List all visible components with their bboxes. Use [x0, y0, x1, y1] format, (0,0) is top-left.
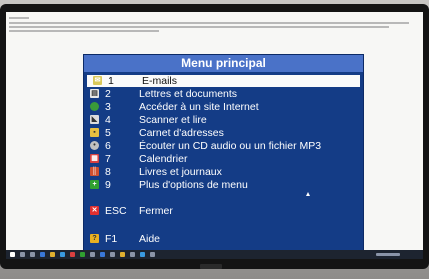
menu-item-close[interactable]: ✕ ESC Fermer — [84, 205, 363, 217]
menu-item-label: E-mails — [142, 75, 178, 87]
task-view-icon[interactable] — [30, 252, 35, 257]
notice-text-line — [9, 17, 29, 19]
menu-item-label: Carnet d'adresses — [139, 127, 224, 139]
monitor-brand-logo — [200, 263, 222, 272]
menu-item-label: Calendrier — [139, 153, 188, 165]
menu-item-label: Livres et journaux — [139, 166, 222, 178]
menu-item-calendar[interactable]: ▦ 7 Calendrier — [84, 153, 363, 165]
menu-item-label: Scanner et lire — [139, 114, 207, 126]
menu-item-scanner[interactable]: ◣ 4 Scanner et lire — [84, 114, 363, 126]
menu-item-key: 4 — [105, 114, 111, 126]
menu-item-key: ESC — [105, 205, 127, 217]
app-icon[interactable] — [80, 252, 85, 257]
menu-item-label: Écouter un CD audio ou un fichier MP3 — [139, 140, 322, 152]
menu-item-label: Plus d'options de menu — [139, 179, 248, 191]
menu-item-emails[interactable]: ✉ 1 E-mails — [87, 75, 360, 87]
cd-icon: • — [90, 141, 99, 150]
screen: Menu principal ✉ 1 E-mails ▤ 2 Lettres e… — [6, 12, 423, 250]
app-icon[interactable] — [90, 252, 95, 257]
system-tray-icons[interactable] — [376, 253, 400, 256]
menu-item-key: 8 — [105, 166, 111, 178]
menu-item-key: F1 — [105, 233, 118, 245]
menu-title: Menu principal — [84, 55, 363, 72]
document-icon: ▤ — [90, 89, 99, 98]
app-icon[interactable] — [40, 252, 45, 257]
menu-item-audio[interactable]: • 6 Écouter un CD audio ou un fichier MP… — [84, 140, 363, 152]
brand-logo-icon — [200, 264, 222, 269]
scanner-icon: ◣ — [90, 115, 99, 124]
menu-item-internet[interactable]: 3 Accéder à un site Internet — [84, 101, 363, 113]
menu-item-label: Lettres et documents — [139, 88, 238, 100]
books-icon: ║ — [90, 167, 99, 176]
address-book-icon: ▪ — [90, 128, 99, 137]
close-icon: ✕ — [90, 206, 99, 215]
search-icon[interactable] — [20, 252, 25, 257]
mouse-cursor — [306, 192, 310, 196]
app-icon[interactable] — [140, 252, 145, 257]
menu-item-key: 6 — [105, 140, 111, 152]
menu-item-books[interactable]: ║ 8 Livres et journaux — [84, 166, 363, 178]
menu-item-more-options[interactable]: + 9 Plus d'options de menu — [84, 179, 363, 191]
app-icon[interactable] — [60, 252, 65, 257]
menu-item-label: Aide — [139, 233, 161, 245]
menu-item-documents[interactable]: ▤ 2 Lettres et documents — [84, 88, 363, 100]
menu-item-help[interactable]: ? F1 Aide — [84, 233, 363, 245]
folder-icon[interactable] — [50, 252, 55, 257]
app-icon[interactable] — [100, 252, 105, 257]
menu-item-key: 7 — [105, 153, 111, 165]
app-icon[interactable] — [150, 252, 155, 257]
notice-text-line — [9, 26, 389, 28]
menu-item-key: 1 — [108, 75, 114, 87]
main-menu-window: Menu principal ✉ 1 E-mails ▤ 2 Lettres e… — [83, 54, 364, 250]
taskbar — [6, 250, 423, 259]
menu-item-label: Fermer — [139, 205, 173, 217]
menu-item-key: 2 — [105, 88, 111, 100]
help-icon: ? — [90, 234, 99, 243]
plus-icon: + — [90, 180, 99, 189]
app-icon[interactable] — [120, 252, 125, 257]
envelope-icon: ✉ — [93, 76, 102, 85]
notice-text-line — [9, 30, 159, 32]
menu-item-address-book[interactable]: ▪ 5 Carnet d'adresses — [84, 127, 363, 139]
menu-item-label: Accéder à un site Internet — [139, 101, 259, 113]
app-icon[interactable] — [110, 252, 115, 257]
menu-item-key: 9 — [105, 179, 111, 191]
notice-text-line — [9, 22, 409, 24]
monitor-bezel: Menu principal ✉ 1 E-mails ▤ 2 Lettres e… — [0, 4, 429, 269]
calendar-icon: ▦ — [90, 154, 99, 163]
globe-icon — [90, 102, 99, 111]
app-icon[interactable] — [130, 252, 135, 257]
app-icon[interactable] — [70, 252, 75, 257]
menu-item-key: 5 — [105, 127, 111, 139]
menu-item-key: 3 — [105, 101, 111, 113]
start-icon[interactable] — [10, 252, 15, 257]
